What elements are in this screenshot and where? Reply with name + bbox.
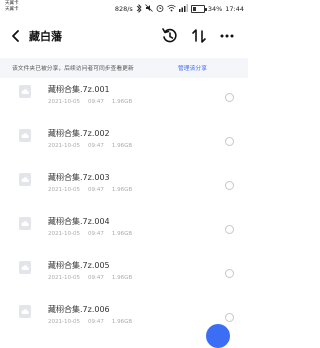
file-list: 藏栩合集.7z.001 2021-10-05 09:47 1.96GB 藏栩合集.7z.… bbox=[0, 78, 248, 342]
file-date: 2021-10-05 bbox=[48, 187, 80, 193]
file-date: 2021-10-05 bbox=[48, 319, 80, 325]
file-row[interactable]: 藏栩合集.7z.005 2021-10-05 09:47 1.96GB bbox=[0, 254, 248, 298]
file-size: 1.96GB bbox=[111, 187, 133, 193]
file-meta: 2021-10-05 09:47 1.96GB bbox=[48, 187, 140, 193]
file-name: 藏栩合集.7z.006 bbox=[48, 305, 110, 314]
file-name: 藏栩合集.7z.005 bbox=[48, 261, 110, 270]
cloud-file-icon bbox=[19, 261, 31, 274]
select-checkbox[interactable] bbox=[225, 93, 234, 102]
file-meta: 2021-10-05 09:47 1.96GB bbox=[48, 99, 140, 105]
cloud-file-icon bbox=[19, 85, 31, 98]
file-row[interactable]: 藏栩合集.7z.003 2021-10-05 09:47 1.96GB bbox=[0, 166, 248, 210]
select-checkbox[interactable] bbox=[225, 181, 234, 190]
file-name: 藏栩合集.7z.004 bbox=[48, 217, 110, 226]
net-speed: 828/s bbox=[114, 5, 133, 13]
file-size: 1.96GB bbox=[111, 319, 133, 325]
file-size: 1.96GB bbox=[111, 143, 133, 149]
cloud-file-icon bbox=[19, 173, 31, 186]
file-meta: 2021-10-05 09:47 1.96GB bbox=[48, 143, 140, 149]
file-meta: 2021-10-05 09:47 1.96GB bbox=[48, 231, 140, 237]
file-time: 09:47 bbox=[87, 319, 104, 325]
file-row[interactable]: 藏栩合集.7z.004 2021-10-05 09:47 1.96GB bbox=[0, 210, 248, 254]
manage-share-link[interactable]: 管理该分享 bbox=[178, 63, 207, 72]
file-date: 2021-10-05 bbox=[48, 275, 80, 281]
file-date: 2021-10-05 bbox=[48, 231, 80, 237]
cloud-file-icon bbox=[19, 217, 31, 230]
share-notice-banner: 该文件夹已被分享，后续访问者可同步查看更新 管理该分享 bbox=[0, 58, 248, 78]
battery-icon bbox=[190, 5, 207, 13]
file-meta: 2021-10-05 09:47 1.96GB bbox=[48, 319, 140, 325]
cloud-file-icon bbox=[19, 129, 31, 142]
select-checkbox[interactable] bbox=[225, 137, 234, 146]
select-checkbox[interactable] bbox=[225, 269, 234, 278]
status-icons: 828/s 34% 17:44 bbox=[115, 3, 244, 15]
file-size: 1.96GB bbox=[111, 231, 133, 237]
file-name: 藏栩合集.7z.002 bbox=[48, 129, 110, 138]
select-checkbox[interactable] bbox=[225, 313, 234, 322]
file-time: 09:47 bbox=[87, 187, 104, 193]
battery-percent: 34% bbox=[207, 5, 223, 13]
file-meta: 2021-10-05 09:47 1.96GB bbox=[48, 275, 140, 281]
file-date: 2021-10-05 bbox=[48, 143, 80, 149]
share-notice-text: 该文件夹已被分享，后续访问者可同步查看更新 bbox=[12, 66, 134, 72]
file-name: 藏栩合集.7z.003 bbox=[48, 173, 110, 182]
file-time: 09:47 bbox=[87, 275, 104, 281]
add-fab-button[interactable] bbox=[206, 324, 230, 348]
carrier-label: 天翼卡 天翼卡 bbox=[5, 1, 19, 12]
clock: 17:44 bbox=[225, 5, 244, 13]
page-title: 藏白藩 bbox=[29, 30, 62, 43]
file-date: 2021-10-05 bbox=[48, 99, 80, 105]
file-size: 1.96GB bbox=[111, 99, 133, 105]
history-icon[interactable] bbox=[160, 26, 180, 46]
file-name: 藏栩合集.7z.001 bbox=[48, 85, 110, 94]
app-header: 藏白藩 bbox=[0, 24, 248, 48]
file-time: 09:47 bbox=[87, 143, 104, 149]
back-arrow-icon[interactable] bbox=[9, 27, 23, 45]
file-time: 09:47 bbox=[87, 99, 104, 105]
alarm-icon bbox=[156, 4, 164, 14]
file-size: 1.96GB bbox=[111, 275, 133, 281]
file-row[interactable]: 藏栩合集.7z.001 2021-10-05 09:47 1.96GB bbox=[0, 78, 248, 122]
sort-icon[interactable] bbox=[189, 26, 209, 46]
mute-icon bbox=[145, 4, 153, 14]
file-row[interactable]: 藏栩合集.7z.002 2021-10-05 09:47 1.96GB bbox=[0, 122, 248, 166]
wifi-icon bbox=[167, 4, 176, 14]
status-bar: 天翼卡 天翼卡 828/s 34% 17:44 bbox=[0, 0, 248, 20]
bluetooth-icon bbox=[136, 3, 142, 15]
signal-icon bbox=[178, 4, 188, 14]
cloud-file-icon bbox=[19, 305, 31, 318]
select-checkbox[interactable] bbox=[225, 225, 234, 234]
more-icon[interactable] bbox=[217, 26, 237, 46]
file-time: 09:47 bbox=[87, 231, 104, 237]
